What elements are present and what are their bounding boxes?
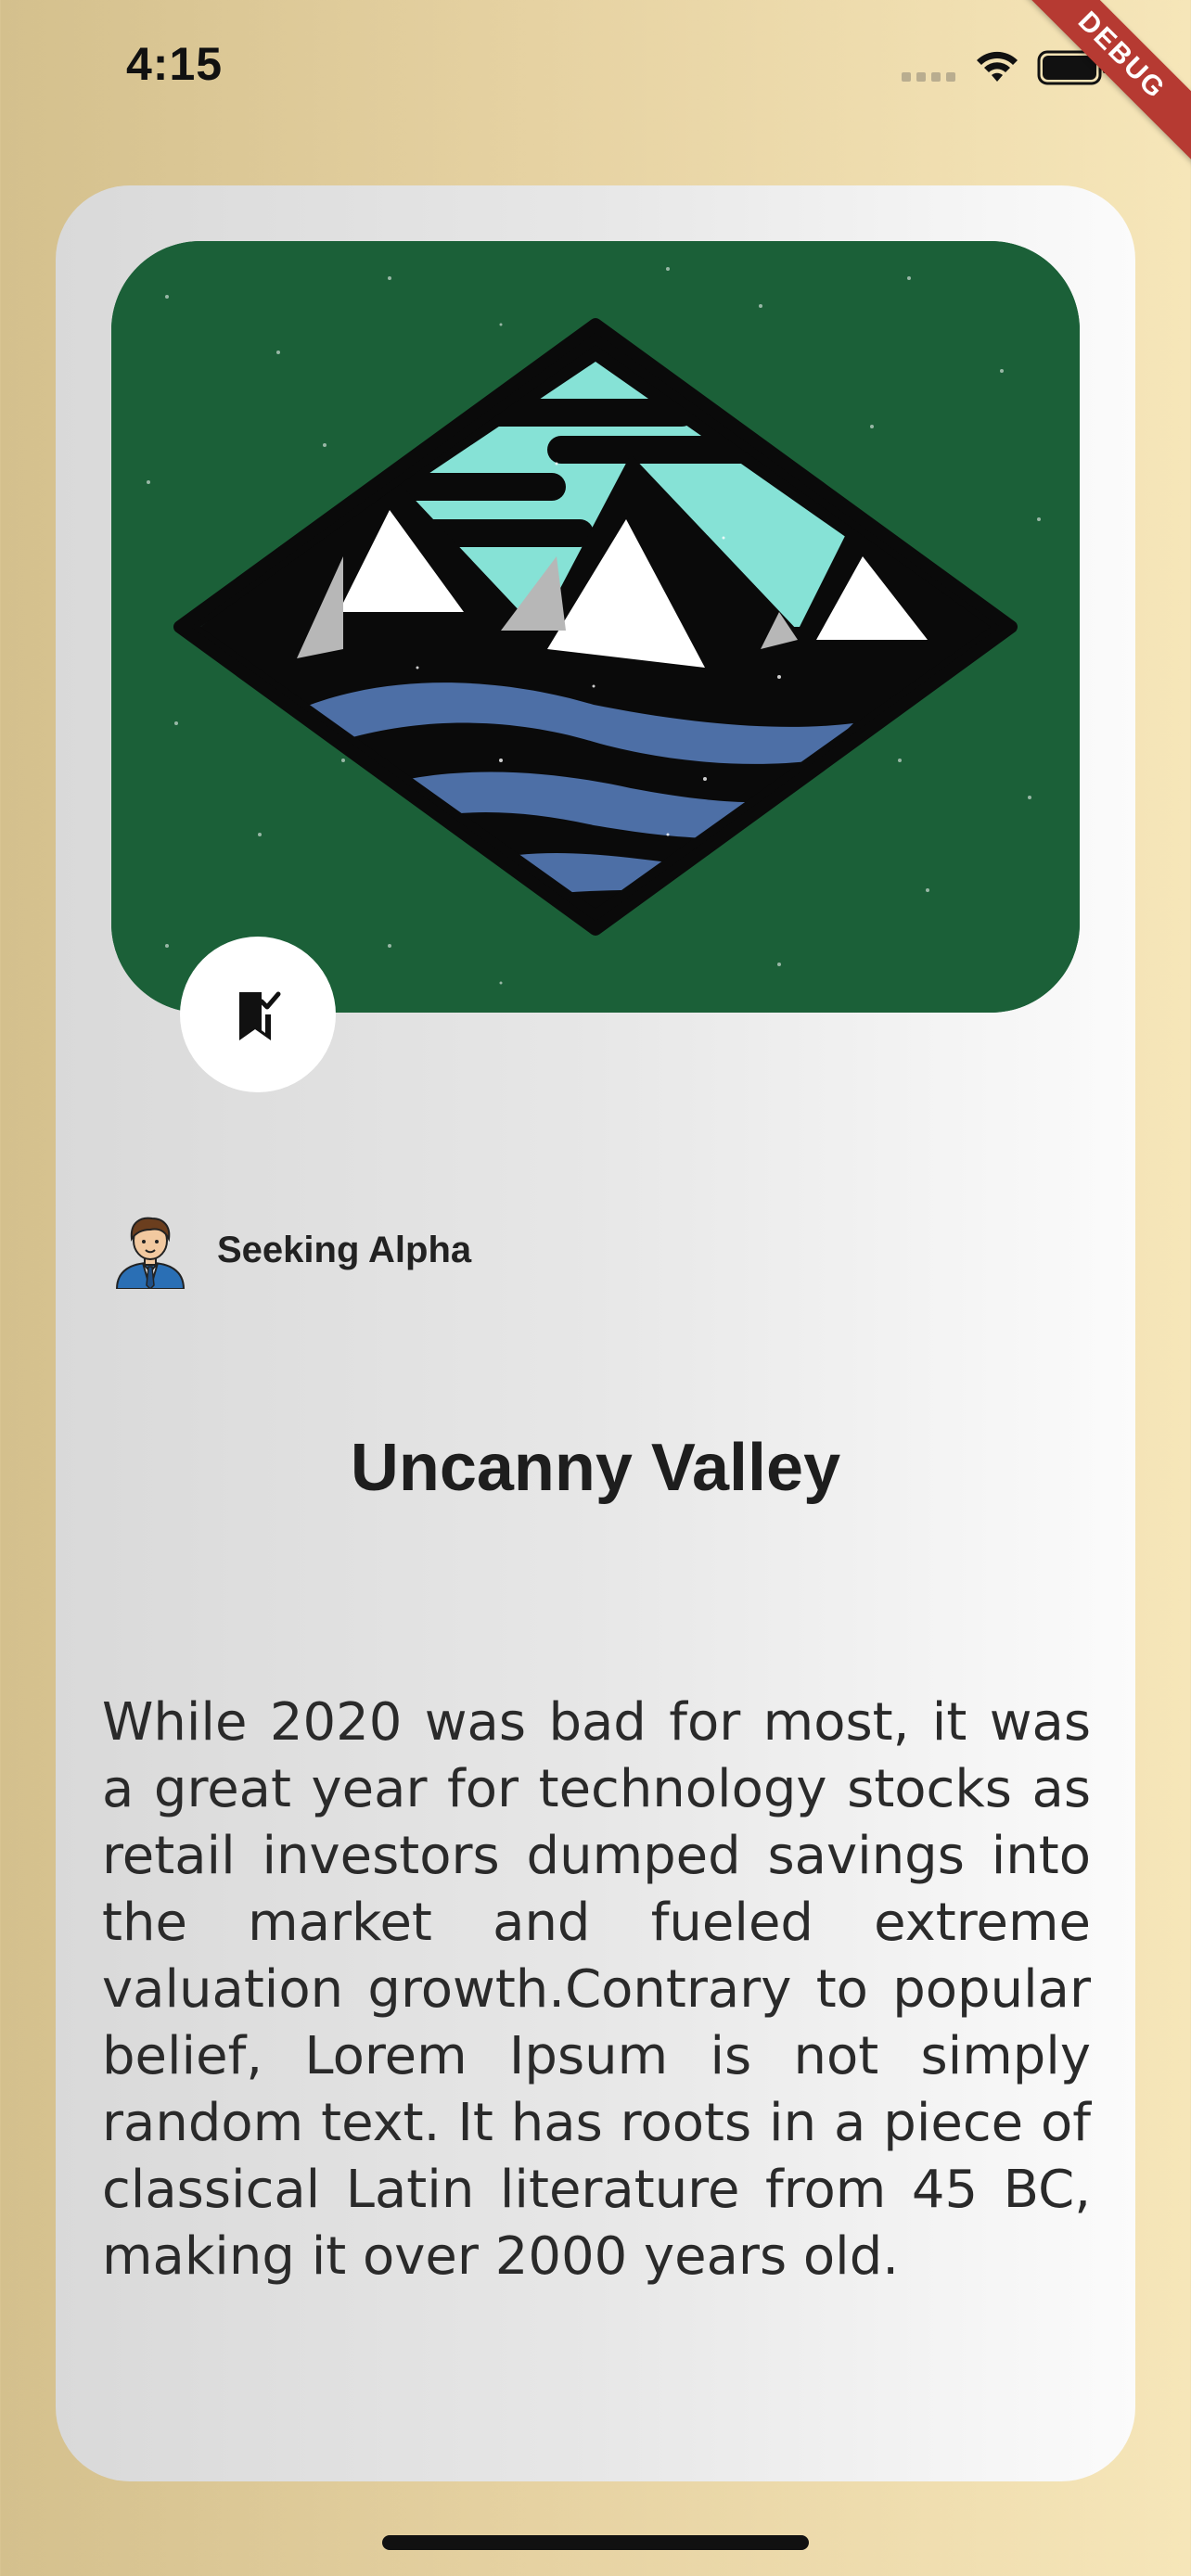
article-card[interactable]: Seeking Alpha Uncanny Valley While 2020 … <box>56 185 1135 2481</box>
cellular-signal-icon <box>902 72 955 82</box>
mountains-lake-illustration <box>111 241 1080 1013</box>
article-title: Uncanny Valley <box>350 1431 841 1505</box>
businessman-avatar-icon <box>115 1217 186 1289</box>
bookmark-button[interactable] <box>180 937 336 1092</box>
status-bar: 4:15 <box>0 0 1191 139</box>
article-image <box>111 241 1080 1013</box>
bookmark-check-icon <box>239 991 281 1040</box>
author-name[interactable]: Seeking Alpha <box>217 1230 471 1271</box>
wifi-icon <box>977 51 1018 82</box>
article-body: While 2020 was bad for most, it was a gr… <box>102 1692 1091 2287</box>
status-time: 4:15 <box>126 38 224 90</box>
author-row[interactable]: Seeking Alpha <box>111 1211 471 1289</box>
home-indicator[interactable] <box>382 2535 809 2550</box>
